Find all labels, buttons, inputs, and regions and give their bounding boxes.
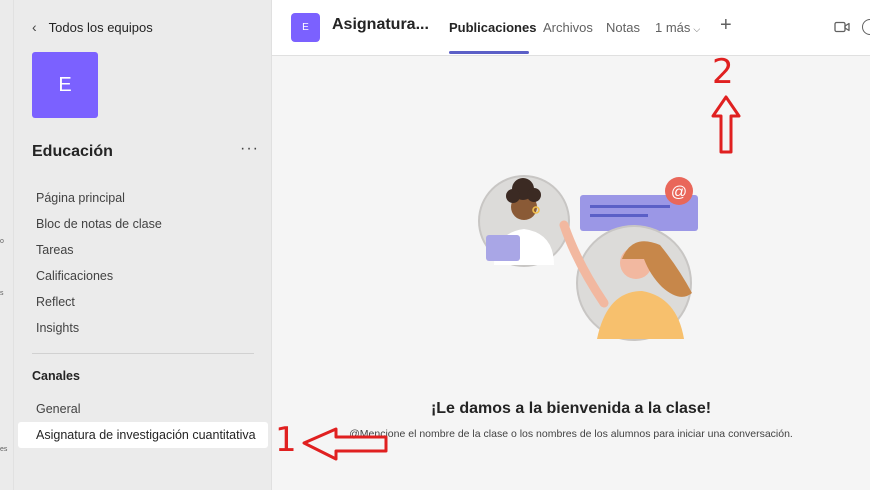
channel-item-general[interactable]: General xyxy=(18,396,268,422)
more-tabs-label: 1 más xyxy=(655,20,691,35)
team-nav: Página principal Bloc de notas de clase … xyxy=(36,188,266,344)
back-label: Todos los equipos xyxy=(48,19,153,35)
video-camera-icon[interactable] xyxy=(834,20,850,34)
welcome-illustration: @ xyxy=(478,175,698,341)
rail-fragment: es xyxy=(0,446,8,453)
annotation-arrow-up-icon xyxy=(711,95,741,154)
channel-header: E Asignatura... Publicaciones Archivos N… xyxy=(272,0,870,56)
nav-item-reflect[interactable]: Reflect xyxy=(36,292,266,318)
chevron-down-icon: ⌵ xyxy=(693,24,701,34)
nav-item-insights[interactable]: Insights xyxy=(36,318,266,344)
annotation-number-2: 2 xyxy=(712,52,734,92)
nav-item-grades[interactable]: Calificaciones xyxy=(36,266,266,292)
team-avatar[interactable]: E xyxy=(32,52,98,118)
add-tab-button[interactable]: + xyxy=(720,14,732,37)
channels-heading: Canales xyxy=(32,369,80,383)
welcome-title: ¡Le damos a la bienvenida a la clase! xyxy=(430,400,712,417)
channel-title[interactable]: Asignatura... xyxy=(332,16,429,34)
tab-more-dropdown[interactable]: 1 más ⌵ xyxy=(655,20,700,35)
team-name: Educación xyxy=(32,143,113,160)
svg-text:@: @ xyxy=(671,184,687,201)
channel-item-research-course[interactable]: Asignatura de investigación cuantitativa xyxy=(18,422,268,448)
sidebar-divider xyxy=(32,353,254,354)
nav-item-class-notebook[interactable]: Bloc de notas de clase xyxy=(36,214,266,240)
annotation-number-1: 1 xyxy=(275,420,297,460)
team-sidebar: ‹ Todos los equipos E Educación ··· Pági… xyxy=(14,0,272,490)
tab-notes[interactable]: Notas xyxy=(606,20,640,35)
team-more-options-icon[interactable]: ··· xyxy=(240,140,259,158)
app-rail: o s es xyxy=(0,0,14,490)
nav-item-assignments[interactable]: Tareas xyxy=(36,240,266,266)
rail-fragment: o xyxy=(0,238,4,245)
nav-item-home[interactable]: Página principal xyxy=(36,188,266,214)
tab-posts[interactable]: Publicaciones xyxy=(449,20,536,35)
active-tab-indicator xyxy=(449,51,529,54)
rail-fragment: s xyxy=(0,290,4,297)
info-icon[interactable] xyxy=(862,19,870,35)
channel-avatar: E xyxy=(291,13,320,42)
annotation-arrow-left-icon xyxy=(302,427,388,461)
chevron-left-icon: ‹ xyxy=(32,19,37,35)
tab-files[interactable]: Archivos xyxy=(543,20,593,35)
back-to-teams-link[interactable]: ‹ Todos los equipos xyxy=(32,17,153,37)
